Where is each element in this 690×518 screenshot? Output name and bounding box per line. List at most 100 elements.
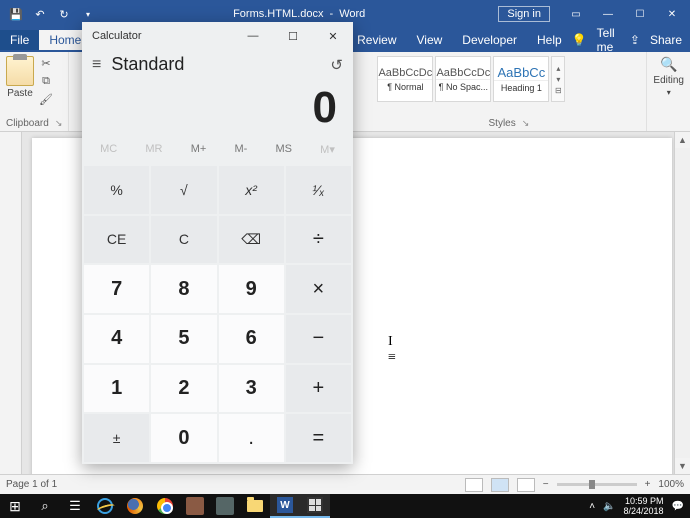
calc-menu-icon[interactable]: ≡	[92, 56, 101, 74]
key-reciprocal[interactable]: ¹⁄ₓ	[286, 166, 351, 214]
cut-icon[interactable]: ✂	[38, 56, 54, 70]
tray-volume-icon[interactable]: 🔈	[603, 501, 615, 512]
scroll-down-icon[interactable]: ▼	[675, 458, 690, 474]
zoom-level[interactable]: 100%	[658, 479, 684, 490]
style-heading1[interactable]: AaBbCc Heading 1	[493, 56, 549, 102]
ribbon-options-icon[interactable]: ▭	[562, 4, 590, 24]
calc-display: 0	[82, 75, 353, 139]
tab-help[interactable]: Help	[527, 30, 572, 50]
view-print-icon[interactable]	[491, 478, 509, 492]
tab-developer[interactable]: Developer	[452, 30, 527, 50]
calculator-window: Calculator — ☐ ✕ ≡ Standard ↺ 0 MC MR M+…	[82, 22, 353, 464]
zoom-slider[interactable]	[557, 483, 637, 486]
tellme-button[interactable]: Tell me	[597, 26, 620, 54]
taskbar-ie[interactable]	[90, 494, 120, 518]
clock-date: 8/24/2018	[624, 506, 664, 516]
calc-maximize-icon[interactable]: ☐	[273, 22, 313, 50]
taskbar-calculator[interactable]	[300, 494, 330, 518]
key-divide[interactable]: ÷	[286, 216, 351, 264]
key-backspace[interactable]: ⌫	[219, 216, 284, 264]
tray-up-icon[interactable]: ˄	[589, 501, 595, 512]
share-icon: ⇪	[630, 33, 640, 47]
start-button[interactable]: ⊞	[0, 494, 30, 518]
tab-view[interactable]: View	[407, 30, 453, 50]
calc-history-icon[interactable]: ↺	[330, 56, 343, 74]
key-negate[interactable]: ±	[84, 414, 149, 462]
tab-file[interactable]: File	[0, 30, 39, 50]
taskbar-avatar2[interactable]	[210, 494, 240, 518]
mem-mplus[interactable]: M+	[187, 141, 211, 158]
find-icon: 🔍	[660, 56, 677, 73]
styles-more-button[interactable]: ▴▾⊟	[551, 56, 565, 102]
key-add[interactable]: +	[286, 365, 351, 413]
view-read-icon[interactable]	[465, 478, 483, 492]
undo-icon[interactable]: ↶	[32, 6, 48, 22]
mem-mr[interactable]: MR	[141, 141, 166, 158]
key-0[interactable]: 0	[151, 414, 216, 462]
share-button[interactable]: Share	[650, 33, 682, 47]
view-web-icon[interactable]	[517, 478, 535, 492]
page-indicator[interactable]: Page 1 of 1	[6, 479, 57, 490]
mem-mminus[interactable]: M-	[230, 141, 251, 158]
zoom-out-icon[interactable]: −	[543, 479, 549, 490]
copy-icon[interactable]: ⧉	[38, 74, 54, 88]
key-5[interactable]: 5	[151, 315, 216, 363]
app-name: Word	[339, 8, 365, 20]
doc-name: Forms.HTML.docx	[233, 8, 323, 20]
calc-titlebar[interactable]: Calculator — ☐ ✕	[82, 22, 353, 50]
key-sqrt[interactable]: √	[151, 166, 216, 214]
style-nospacing[interactable]: AaBbCcDc ¶ No Spac...	[435, 56, 491, 102]
taskbar-word[interactable]: W	[270, 494, 300, 518]
redo-icon[interactable]: ↻	[56, 6, 72, 22]
paste-button[interactable]: Paste	[6, 56, 34, 106]
key-4[interactable]: 4	[84, 315, 149, 363]
mem-ms[interactable]: MS	[271, 141, 296, 158]
key-3[interactable]: 3	[219, 365, 284, 413]
key-ce[interactable]: CE	[84, 216, 149, 264]
zoom-in-icon[interactable]: +	[645, 479, 651, 490]
word-maximize-icon[interactable]: ☐	[626, 4, 654, 24]
key-7[interactable]: 7	[84, 265, 149, 313]
taskbar-firefox[interactable]	[120, 494, 150, 518]
key-decimal[interactable]: .	[219, 414, 284, 462]
taskbar-explorer[interactable]	[240, 494, 270, 518]
clipboard-launcher-icon[interactable]: ↘	[55, 118, 63, 129]
calc-minimize-icon[interactable]: —	[233, 22, 273, 50]
mem-mlist[interactable]: M▾	[316, 141, 339, 158]
word-close-icon[interactable]: ✕	[658, 4, 686, 24]
key-2[interactable]: 2	[151, 365, 216, 413]
tab-review[interactable]: Review	[347, 30, 406, 50]
style-normal[interactable]: AaBbCcDc ¶ Normal	[377, 56, 433, 102]
notifications-icon[interactable]: 💬	[672, 501, 684, 512]
key-percent[interactable]: %	[84, 166, 149, 214]
signin-button[interactable]: Sign in	[498, 6, 550, 22]
qat-more-icon[interactable]: ▾	[80, 6, 96, 22]
styles-launcher-icon[interactable]: ↘	[522, 118, 530, 129]
task-view-icon[interactable]: ☰	[60, 494, 90, 518]
taskbar-clock[interactable]: 10:59 PM 8/24/2018	[624, 496, 664, 516]
word-minimize-icon[interactable]: —	[594, 4, 622, 24]
key-6[interactable]: 6	[219, 315, 284, 363]
editing-button[interactable]: 🔍 Editing ▾	[653, 56, 684, 97]
vertical-scrollbar[interactable]: ▲ ▼	[674, 132, 690, 474]
search-icon[interactable]: ⌕	[30, 494, 60, 518]
key-c[interactable]: C	[151, 216, 216, 264]
tellme-icon: 💡	[572, 33, 587, 47]
save-icon[interactable]: 💾	[8, 6, 24, 22]
key-equals[interactable]: =	[286, 414, 351, 462]
taskbar-chrome[interactable]	[150, 494, 180, 518]
key-multiply[interactable]: ×	[286, 265, 351, 313]
scroll-up-icon[interactable]: ▲	[675, 132, 690, 148]
key-9[interactable]: 9	[219, 265, 284, 313]
format-painter-icon[interactable]: 🖌	[38, 92, 54, 106]
calc-close-icon[interactable]: ✕	[313, 22, 353, 50]
key-1[interactable]: 1	[84, 365, 149, 413]
key-square[interactable]: x²	[219, 166, 284, 214]
mem-mc[interactable]: MC	[96, 141, 121, 158]
word-statusbar: Page 1 of 1 − + 100%	[0, 474, 690, 494]
key-subtract[interactable]: −	[286, 315, 351, 363]
taskbar: ⊞ ⌕ ☰ W ˄ 🔈 10:59 PM 8/24/2018 💬	[0, 494, 690, 518]
taskbar-avatar1[interactable]	[180, 494, 210, 518]
styles-group-label: Styles	[489, 118, 516, 129]
key-8[interactable]: 8	[151, 265, 216, 313]
